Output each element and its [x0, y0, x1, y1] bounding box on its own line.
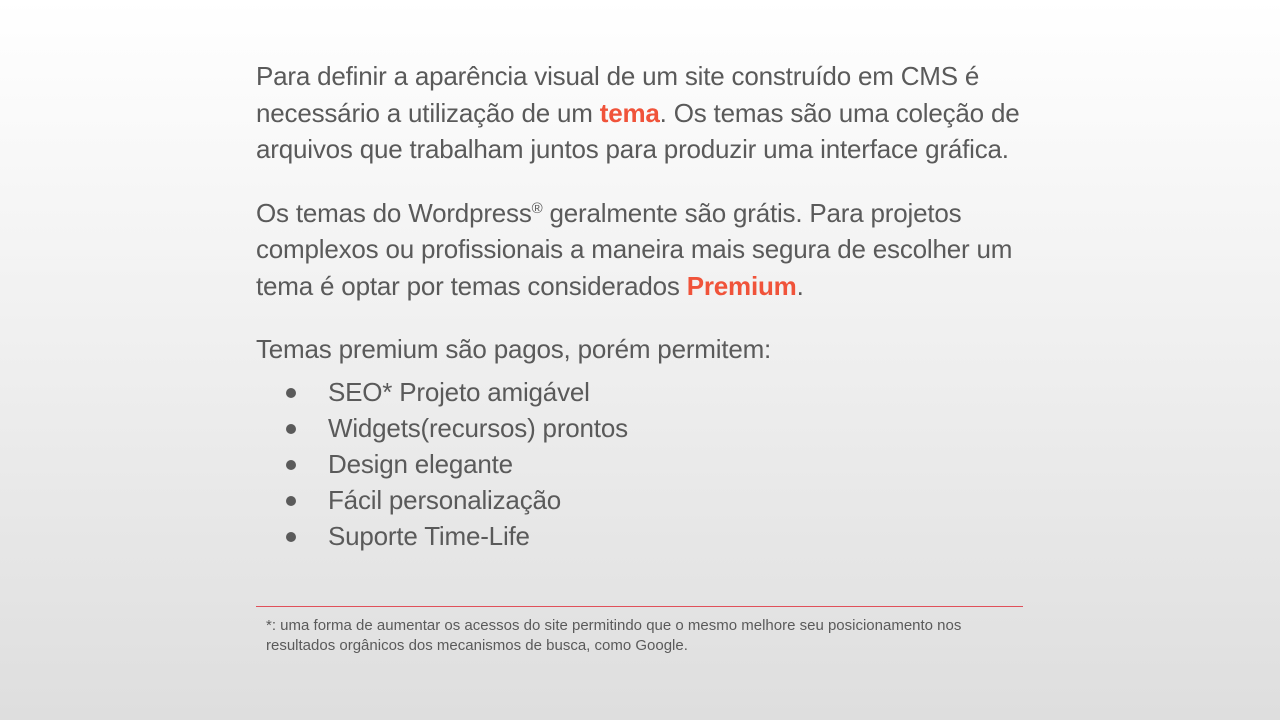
wordpress-text-start: Os temas do Wordpress	[256, 197, 532, 228]
list-item: Design elegante	[256, 446, 1026, 482]
footnote-divider	[256, 606, 1023, 607]
tema-highlight: tema	[599, 97, 660, 128]
premium-highlight: Premium	[686, 270, 797, 301]
list-item: Suporte Time-Life	[256, 518, 1026, 554]
slide-content: Para definir a aparência visual de um si…	[256, 58, 1026, 554]
bullet-icon	[286, 531, 296, 542]
wordpress-text-end: .	[796, 270, 804, 301]
bullet-icon	[286, 459, 296, 470]
list-item: Widgets(recursos) prontos	[256, 410, 1026, 446]
premium-intro: Temas premium são pagos, porém permitem:	[256, 334, 772, 364]
feature-label: Widgets(recursos) prontos	[328, 412, 628, 443]
registered-mark: ®	[531, 199, 543, 217]
bullet-icon	[286, 495, 296, 506]
features-list: SEO* Projeto amigável Widgets(recursos) …	[256, 374, 1026, 554]
bullet-icon	[286, 423, 296, 434]
feature-label: Fácil personalização	[328, 484, 562, 515]
feature-label: SEO* Projeto amigável	[328, 376, 590, 407]
wordpress-paragraph: Os temas do Wordpress® geralmente são gr…	[256, 195, 1026, 305]
bullet-icon	[286, 387, 296, 398]
intro-paragraph: Para definir a aparência visual de um si…	[256, 58, 1026, 168]
list-item: Fácil personalização	[256, 482, 1026, 518]
footnote-text: : uma forma de aumentar os acessos do si…	[266, 617, 962, 654]
feature-label: Design elegante	[328, 448, 513, 479]
feature-label: Suporte Time-Life	[328, 520, 530, 551]
list-item: SEO* Projeto amigável	[256, 374, 1026, 410]
footnote: *: uma forma de aumentar os acessos do s…	[266, 616, 966, 656]
